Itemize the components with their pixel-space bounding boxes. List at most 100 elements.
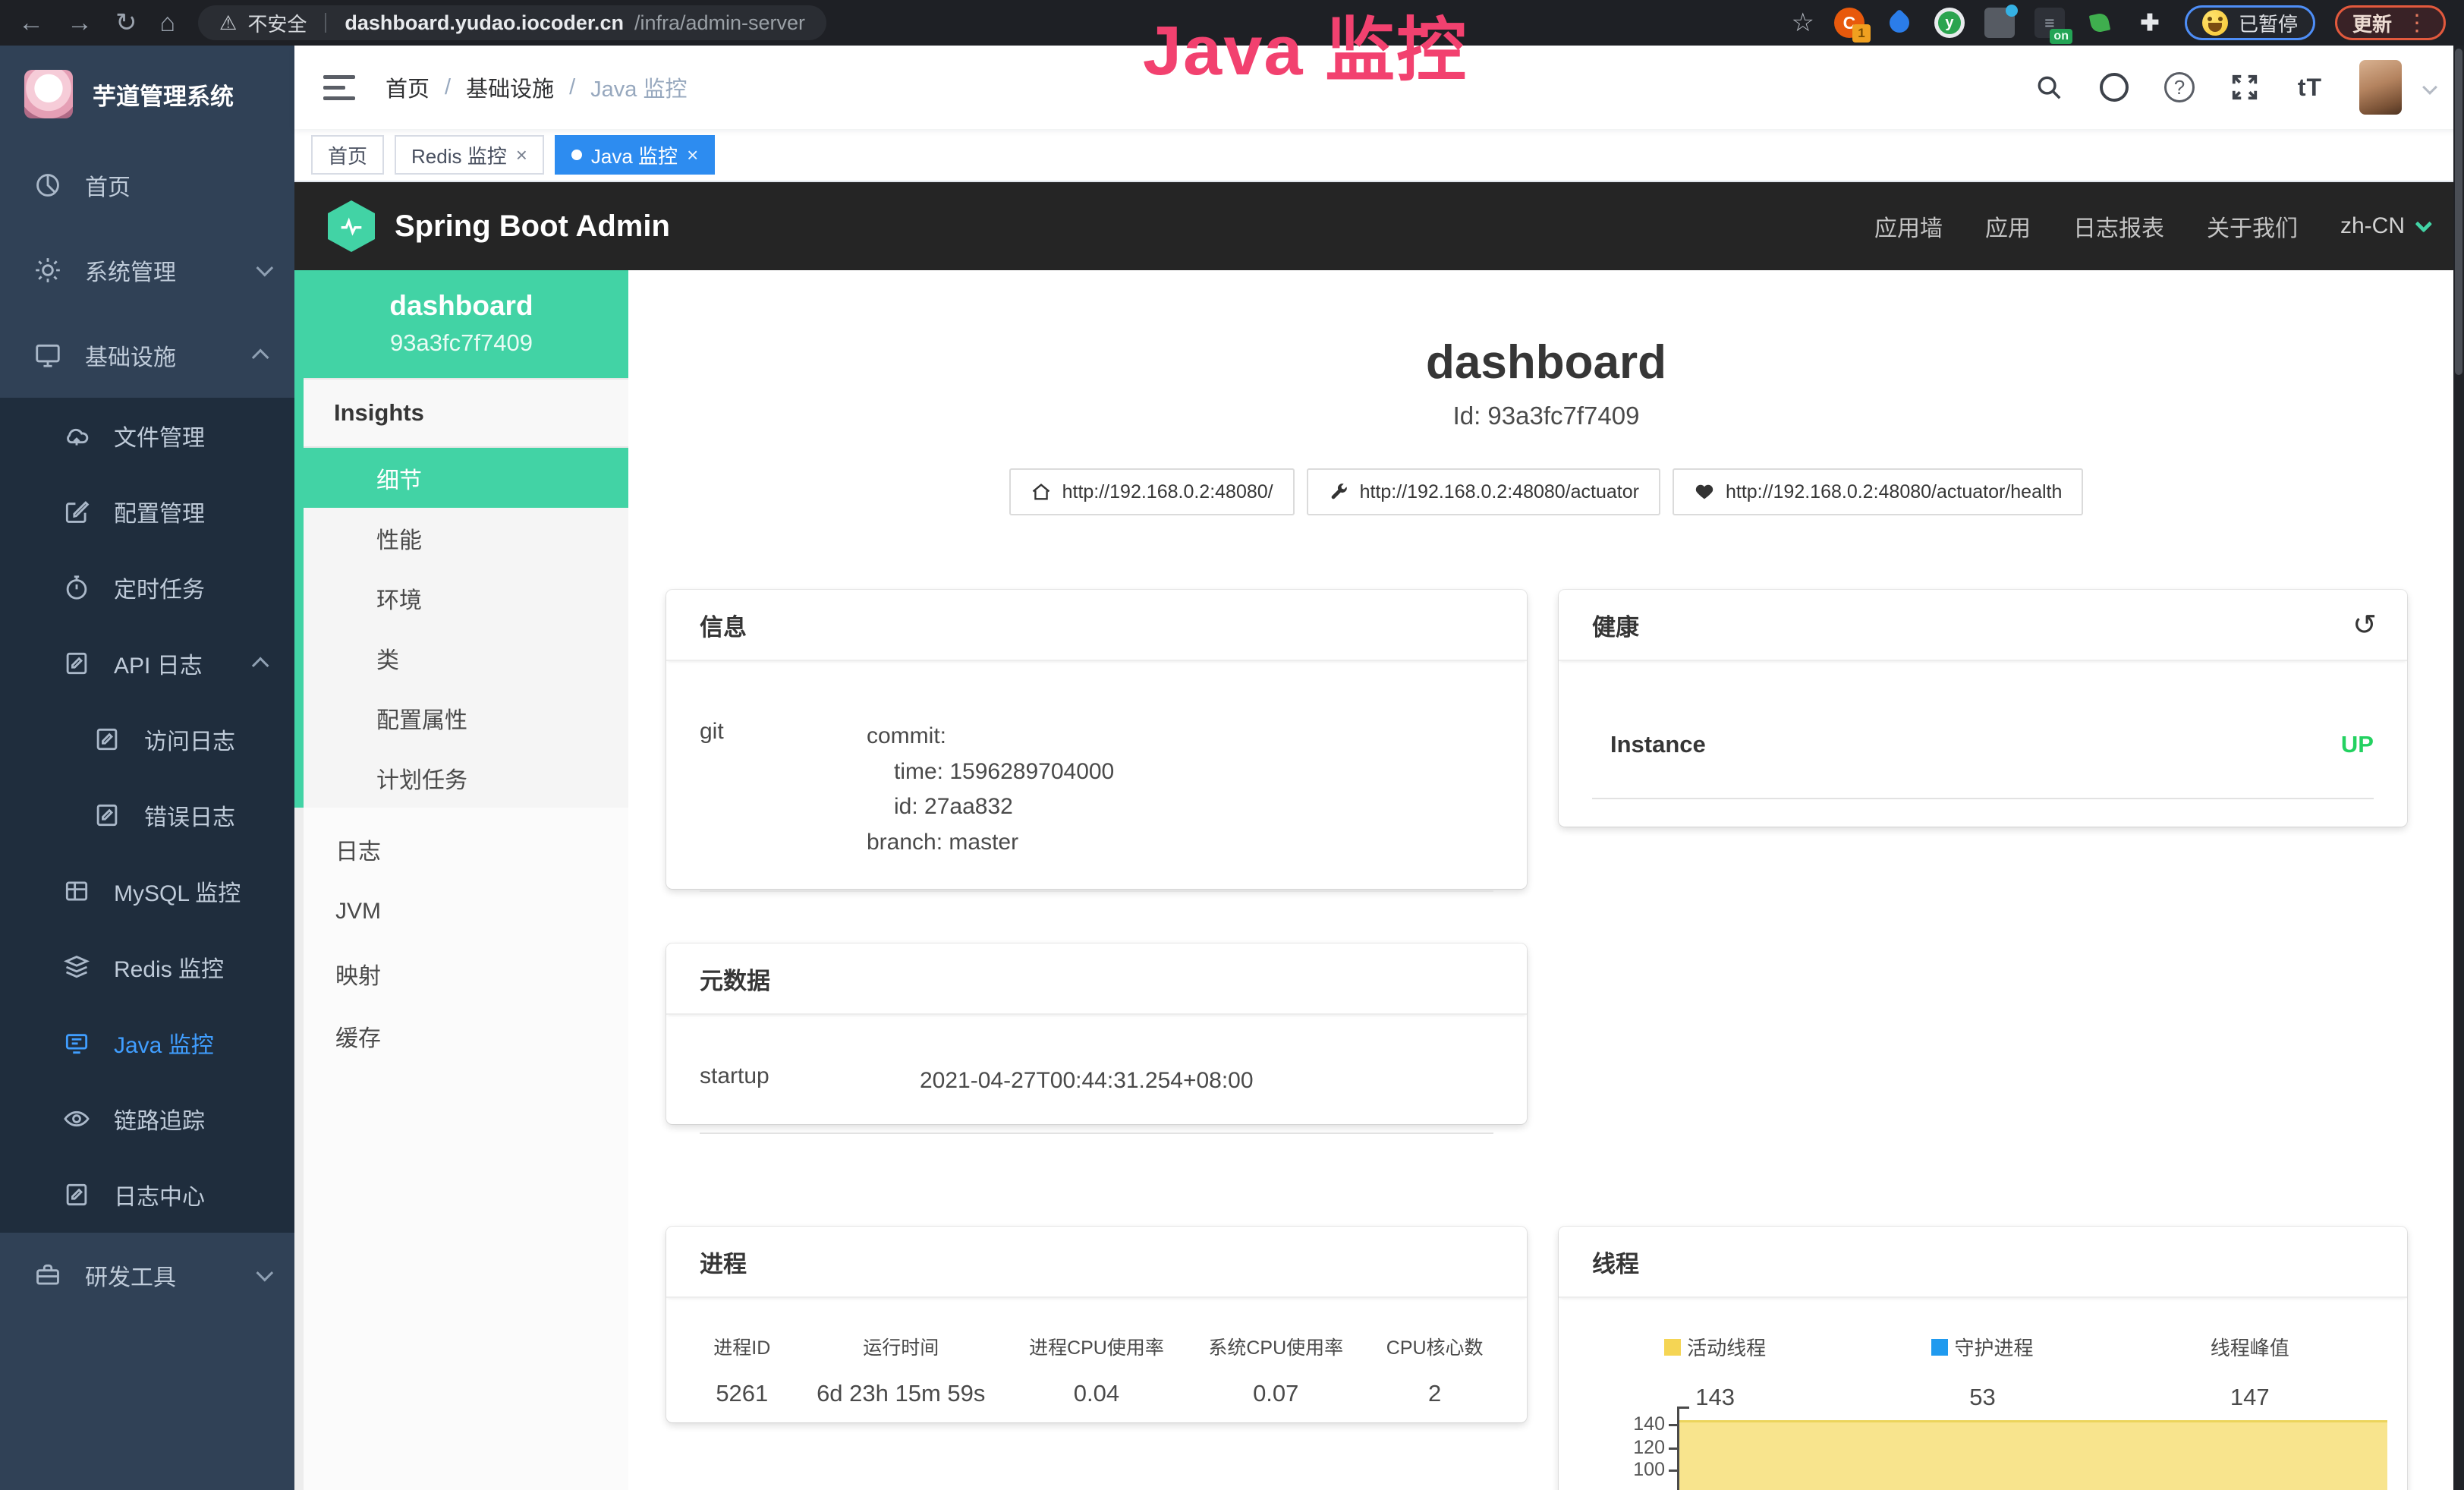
threads-chart: 140 120 100 bbox=[1592, 1405, 2392, 1490]
insights-section-title: Insights bbox=[304, 378, 628, 448]
sidebar-item-infrastructure[interactable]: 基础设施 bbox=[0, 313, 294, 398]
user-menu-caret-icon[interactable] bbox=[2422, 80, 2437, 95]
extension-grid-icon[interactable] bbox=[1984, 8, 2015, 38]
browser-update-button[interactable]: 更新 ⋮ bbox=[2335, 5, 2446, 40]
main-column: 首页 / 基础设施 / Java 监控 ? tT bbox=[294, 46, 2464, 1490]
sidebar-submenu-infrastructure: 文件管理 配置管理 定时任务 API 日志 访问日志 bbox=[0, 398, 294, 1233]
home-icon[interactable]: ⌂ bbox=[160, 10, 176, 36]
service-url-link[interactable]: http://192.168.0.2:48080/ bbox=[1009, 468, 1295, 515]
breadcrumb-separator: / bbox=[569, 75, 575, 100]
process-cpu-value: 0.04 bbox=[1007, 1380, 1186, 1407]
sba-item-caches[interactable]: 缓存 bbox=[304, 1005, 628, 1067]
heart-icon bbox=[1694, 481, 1715, 502]
divider bbox=[700, 890, 1493, 892]
sba-brand[interactable]: Spring Boot Admin bbox=[328, 200, 670, 252]
system-cpu-value: 0.07 bbox=[1186, 1380, 1365, 1407]
reload-icon[interactable]: ↻ bbox=[115, 10, 137, 36]
extensions-puzzle-icon[interactable]: ✚ bbox=[2135, 8, 2165, 38]
sba-item-classes[interactable]: 类 bbox=[304, 628, 628, 688]
sba-instance-header: dashboard 93a3fc7f7409 bbox=[294, 270, 628, 378]
profile-paused-badge[interactable]: 已暂停 bbox=[2185, 5, 2315, 40]
log-edit-icon bbox=[62, 1180, 91, 1209]
hamburger-icon[interactable] bbox=[323, 75, 355, 100]
sba-item-config-props[interactable]: 配置属性 bbox=[304, 688, 628, 748]
chevron-up-icon bbox=[252, 349, 269, 367]
sba-item-jvm[interactable]: JVM bbox=[304, 880, 628, 943]
breadcrumb-infrastructure[interactable]: 基础设施 bbox=[466, 71, 554, 103]
tab-redis-monitor[interactable]: Redis 监控 × bbox=[395, 135, 544, 175]
sidebar-item-api-logs[interactable]: API 日志 bbox=[0, 625, 294, 701]
actuator-url-link[interactable]: http://192.168.0.2:48080/actuator bbox=[1307, 468, 1660, 515]
sidebar-item-file-management[interactable]: 文件管理 bbox=[0, 398, 294, 474]
page-scrollbar[interactable] bbox=[2453, 46, 2464, 1490]
layers-icon bbox=[62, 953, 91, 981]
info-card: 信息 git commit: time: 1596289704000 id: 2… bbox=[666, 590, 1527, 889]
sidebar-item-home[interactable]: 首页 bbox=[0, 143, 294, 228]
sidebar-item-redis-monitor[interactable]: Redis 监控 bbox=[0, 929, 294, 1005]
user-avatar[interactable] bbox=[2359, 60, 2402, 115]
dashboard-icon bbox=[33, 171, 62, 200]
not-secure-warning-icon: ⚠ bbox=[219, 11, 237, 35]
sba-item-mappings[interactable]: 映射 bbox=[304, 943, 628, 1005]
bookmark-star-icon[interactable]: ☆ bbox=[1791, 8, 1814, 38]
breadcrumb-home[interactable]: 首页 bbox=[385, 71, 430, 103]
fullscreen-icon[interactable] bbox=[2229, 71, 2261, 103]
search-icon[interactable] bbox=[2033, 71, 2065, 103]
sidebar-item-scheduled-jobs[interactable]: 定时任务 bbox=[0, 550, 294, 625]
update-label: 更新 bbox=[2352, 9, 2392, 37]
extension-c-icon[interactable]: C 1 bbox=[1834, 8, 1865, 38]
sba-nav-applications[interactable]: 应用 bbox=[1985, 209, 2031, 243]
sba-item-logs[interactable]: 日志 bbox=[304, 818, 628, 880]
status-badge: UP bbox=[2341, 731, 2374, 758]
sidebar-item-log-center[interactable]: 日志中心 bbox=[0, 1157, 294, 1233]
log-edit-icon bbox=[93, 725, 121, 754]
tab-home[interactable]: 首页 bbox=[311, 135, 384, 175]
extension-y-icon[interactable]: y bbox=[1934, 8, 1965, 38]
forward-icon[interactable]: → bbox=[67, 10, 93, 36]
extension-pin-icon[interactable] bbox=[1884, 8, 1915, 38]
close-icon[interactable]: × bbox=[687, 145, 698, 165]
sidebar-item-access-logs[interactable]: 访问日志 bbox=[0, 701, 294, 777]
close-icon[interactable]: × bbox=[516, 145, 527, 165]
sba-nav-about[interactable]: 关于我们 bbox=[2207, 209, 2298, 243]
database-icon bbox=[62, 877, 91, 906]
sidebar-item-tracing[interactable]: 链路追踪 bbox=[0, 1081, 294, 1157]
sidebar-item-java-monitor[interactable]: Java 监控 bbox=[0, 1005, 294, 1081]
timer-icon bbox=[62, 573, 91, 602]
sba-locale-select[interactable]: zh-CN bbox=[2340, 213, 2428, 239]
sidebar-item-config-management[interactable]: 配置管理 bbox=[0, 474, 294, 550]
extension-on-badge: on bbox=[2050, 29, 2072, 44]
address-bar[interactable]: ⚠ 不安全 dashboard.yudao.iocoder.cn /infra/… bbox=[198, 5, 826, 40]
history-icon[interactable]: ↺ bbox=[2352, 608, 2377, 642]
sidebar-item-dev-tools[interactable]: 研发工具 bbox=[0, 1233, 294, 1318]
app-root: 芋道管理系统 首页 系统管理 基础设施 文件管理 bbox=[0, 46, 2464, 1490]
back-icon[interactable]: ← bbox=[18, 10, 44, 36]
tab-java-monitor[interactable]: Java 监控 × bbox=[555, 135, 715, 175]
divider bbox=[1592, 798, 2374, 799]
sba-item-metrics[interactable]: 性能 bbox=[304, 508, 628, 568]
github-icon[interactable] bbox=[2098, 71, 2130, 103]
breadcrumb-current: Java 监控 bbox=[590, 71, 687, 103]
health-card-title: 健康 bbox=[1592, 608, 1639, 642]
info-value: commit: time: 1596289704000 id: 27aa832 … bbox=[867, 719, 1493, 860]
infrastructure-icon bbox=[33, 341, 62, 370]
sba-nav-wallboard[interactable]: 应用墙 bbox=[1874, 209, 1943, 243]
health-card: 健康 ↺ Instance UP bbox=[1559, 590, 2407, 827]
sba-item-environment[interactable]: 环境 bbox=[304, 568, 628, 628]
extension-leaf-icon[interactable] bbox=[2085, 8, 2115, 38]
extension-list-icon[interactable]: ≡ on bbox=[2034, 8, 2065, 38]
instance-id: 93a3fc7f7409 bbox=[294, 329, 628, 357]
sba-item-details[interactable]: 细节 bbox=[304, 448, 628, 508]
font-size-icon[interactable]: tT bbox=[2294, 71, 2326, 103]
scrollbar-thumb[interactable] bbox=[2455, 49, 2462, 375]
sidebar-item-error-logs[interactable]: 错误日志 bbox=[0, 777, 294, 853]
sba-nav-journal[interactable]: 日志报表 bbox=[2073, 209, 2164, 243]
sba-item-scheduled-tasks[interactable]: 计划任务 bbox=[304, 748, 628, 808]
sidebar-item-mysql-monitor[interactable]: MySQL 监控 bbox=[0, 853, 294, 929]
sidebar-item-system[interactable]: 系统管理 bbox=[0, 228, 294, 313]
uptime-value: 6d 23h 15m 59s bbox=[795, 1380, 1007, 1407]
health-url-link[interactable]: http://192.168.0.2:48080/actuator/health bbox=[1673, 468, 2083, 515]
browser-menu-icon[interactable]: ⋮ bbox=[2406, 10, 2428, 36]
legend-live-threads-label: 活动线程 bbox=[1687, 1333, 1766, 1361]
help-icon[interactable]: ? bbox=[2163, 71, 2195, 103]
